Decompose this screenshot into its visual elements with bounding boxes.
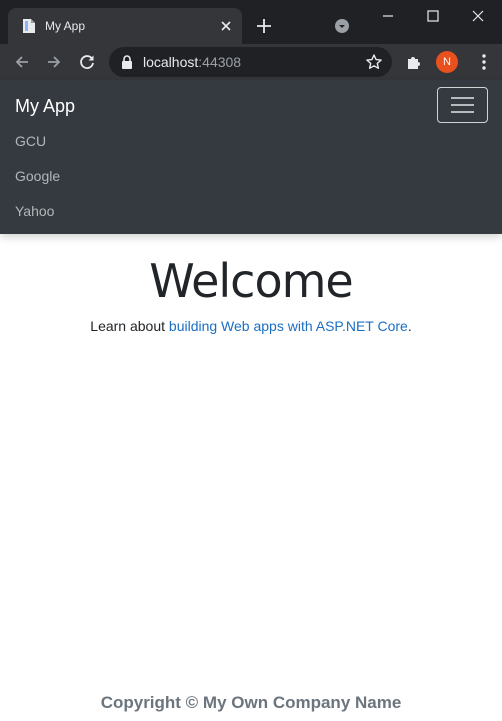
aspnet-docs-link[interactable]: building Web apps with ASP.NET Core	[169, 318, 408, 334]
intro-text: Learn about building Web apps with ASP.N…	[0, 317, 502, 335]
url-host: localhost	[143, 54, 199, 70]
nav-link-yahoo[interactable]: Yahoo	[15, 202, 54, 220]
page-icon	[23, 19, 35, 33]
browser-toolbar: localhost:44308 N	[0, 44, 502, 80]
page-title: Welcome	[149, 254, 353, 308]
close-tab-icon[interactable]	[218, 18, 234, 34]
tab-search-icon[interactable]	[333, 17, 351, 35]
window-close-icon[interactable]	[470, 8, 486, 24]
profile-avatar[interactable]: N	[436, 51, 458, 73]
back-arrow-icon[interactable]	[12, 52, 32, 72]
nav-link-gcu[interactable]: GCU	[15, 132, 46, 150]
url-text: localhost:44308	[143, 54, 241, 70]
extensions-puzzle-icon[interactable]	[404, 52, 424, 72]
nav-link-google[interactable]: Google	[15, 167, 60, 185]
hamburger-icon	[451, 97, 474, 113]
forward-arrow-icon[interactable]	[44, 52, 64, 72]
navbar-toggle-button[interactable]	[437, 87, 488, 123]
minimize-icon[interactable]	[380, 8, 396, 24]
intro-prefix: Learn about	[90, 318, 169, 334]
lock-icon	[122, 55, 132, 69]
new-tab-icon[interactable]	[254, 16, 274, 36]
address-bar[interactable]: localhost:44308	[109, 47, 392, 77]
reload-icon[interactable]	[77, 52, 97, 72]
more-menu-icon[interactable]	[474, 52, 494, 72]
url-port: :44308	[198, 54, 242, 70]
bookmark-star-icon[interactable]	[365, 53, 383, 71]
maximize-icon[interactable]	[425, 8, 441, 24]
tab-title: My App	[45, 19, 86, 33]
intro-suffix: .	[407, 318, 412, 334]
footer-copyright: Copyright © My Own Company Name	[100, 693, 402, 712]
app-navbar: My App GCU Google Yahoo	[0, 80, 502, 234]
browser-tab-strip: My App	[0, 0, 502, 44]
browser-tab[interactable]: My App	[8, 8, 242, 44]
brand-link[interactable]: My App	[15, 94, 75, 118]
